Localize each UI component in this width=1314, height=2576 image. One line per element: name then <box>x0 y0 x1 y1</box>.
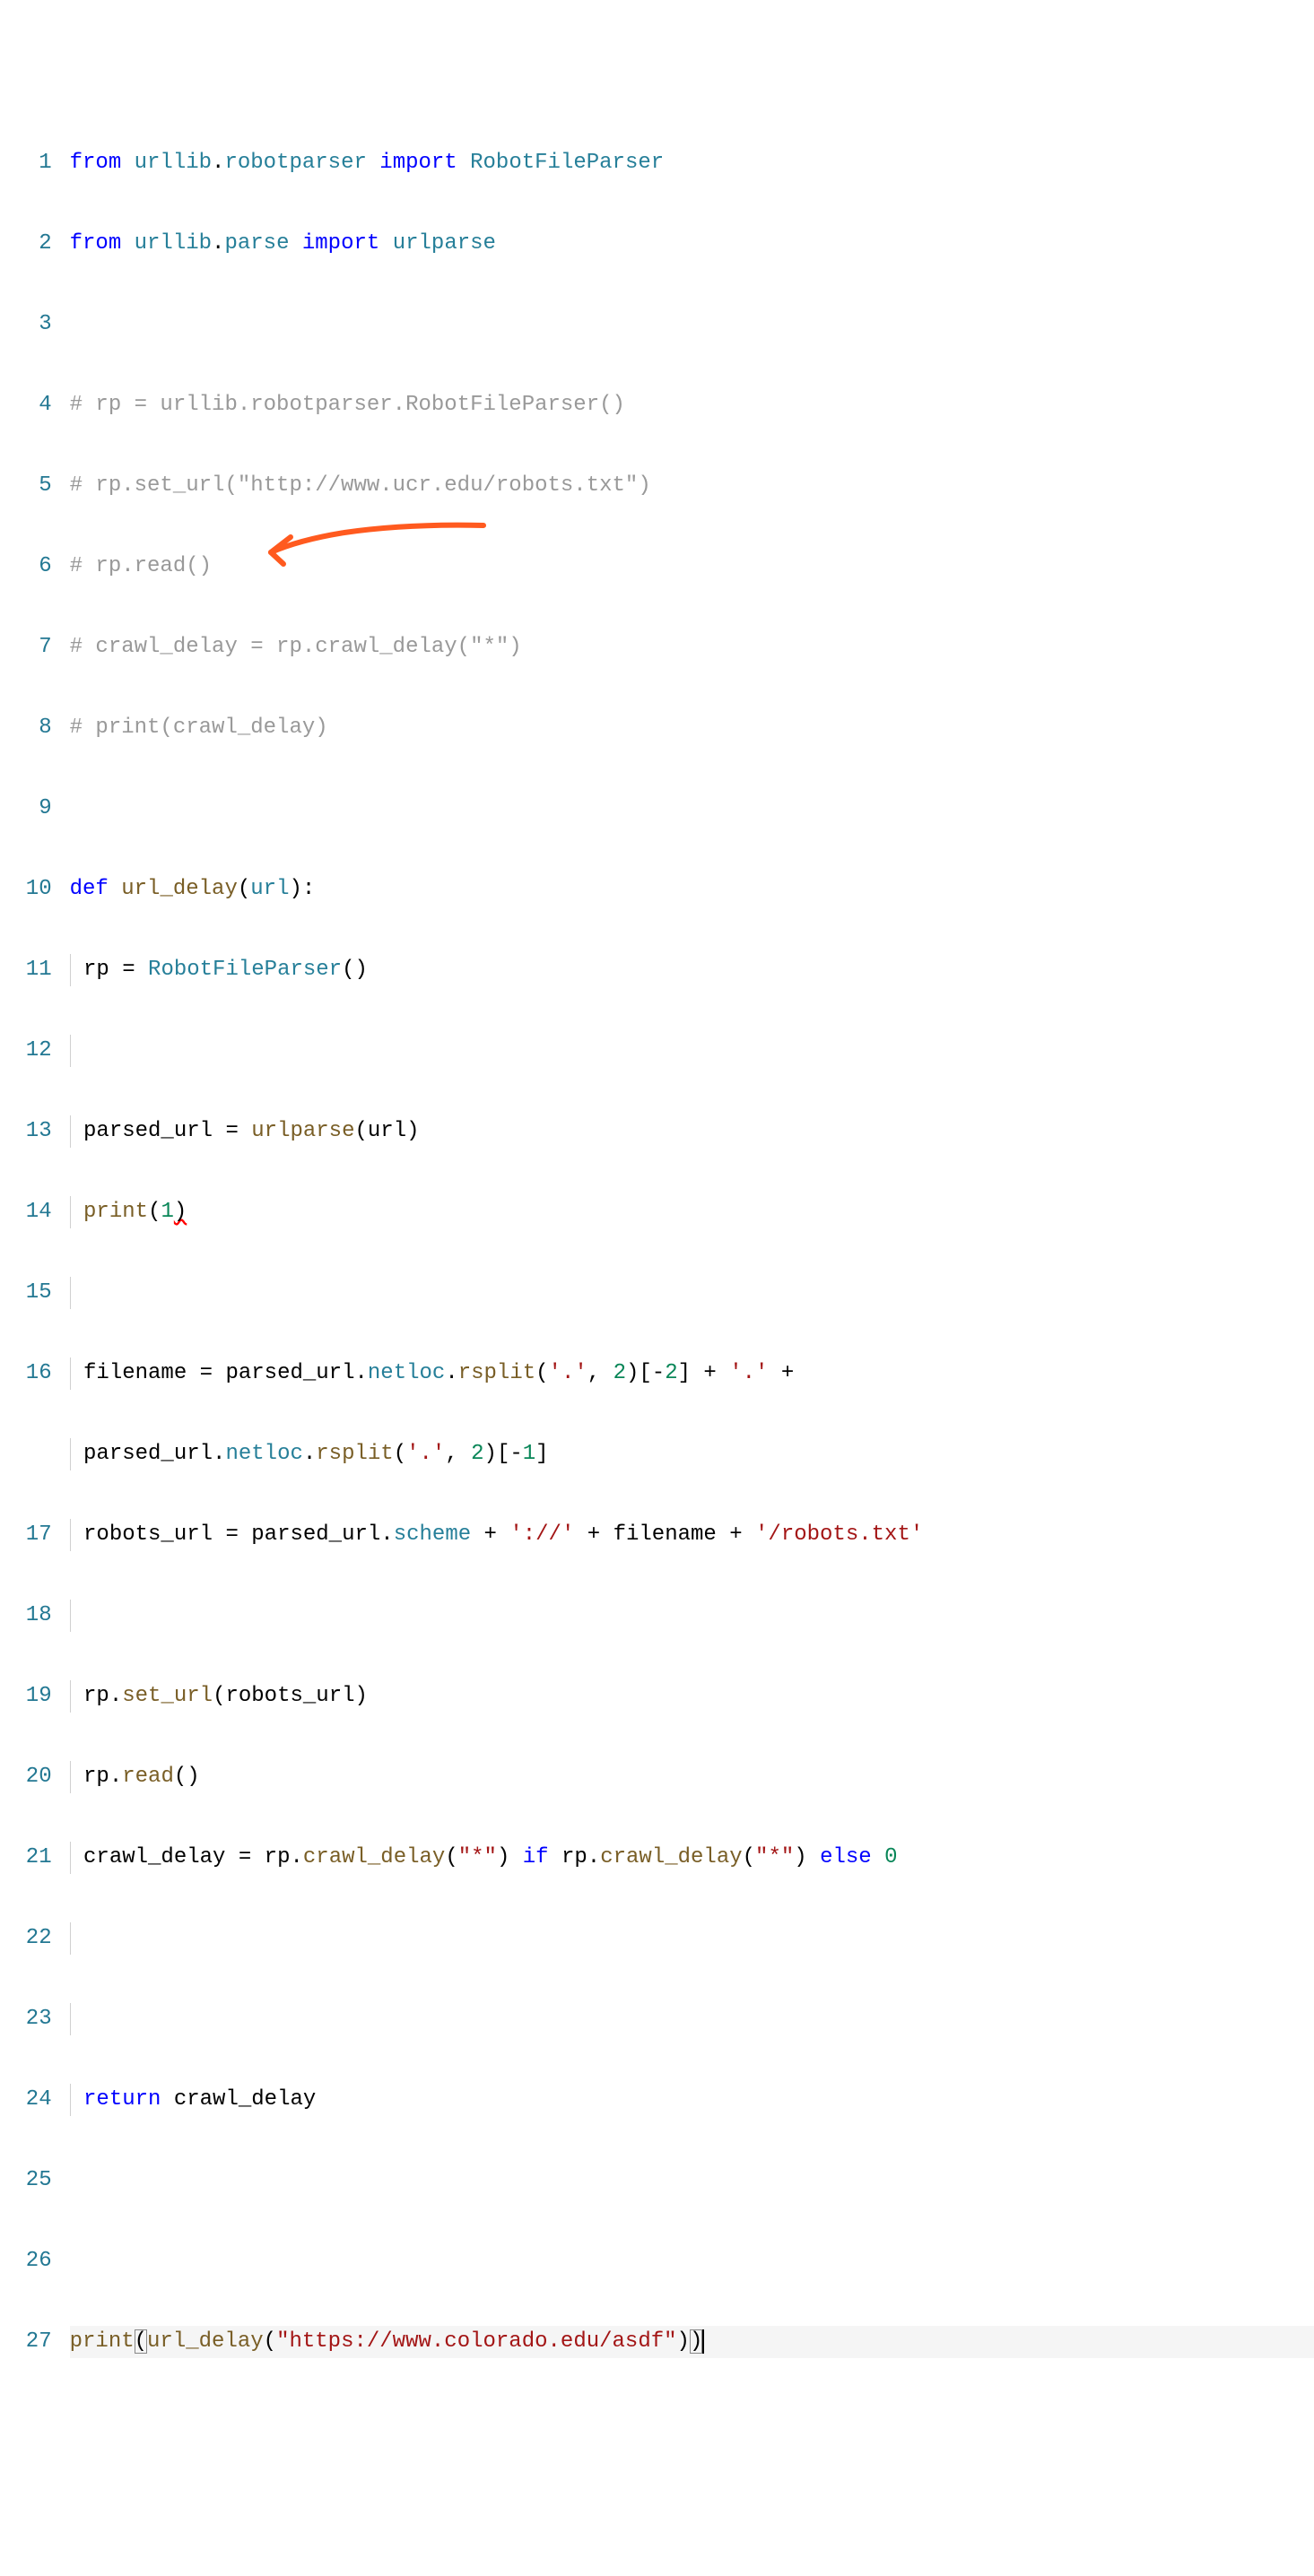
code-line[interactable]: # crawl_delay = rp.crawl_delay("*") <box>70 631 1314 664</box>
code-line[interactable]: # print(crawl_delay) <box>70 712 1314 744</box>
code-line[interactable]: print(1) <box>70 1196 1314 1228</box>
code-line[interactable]: robots_url = parsed_url.scheme + '://' +… <box>70 1519 1314 1551</box>
code-editor[interactable]: 1 2 3 4 5 6 7 8 9 10 11 12 13 14 15 16 1… <box>0 97 1314 2455</box>
line-number: 17 <box>0 1519 52 1551</box>
code-line[interactable]: # rp = urllib.robotparser.RobotFileParse… <box>70 389 1314 421</box>
line-number: 22 <box>0 1922 52 1955</box>
line-number: 10 <box>0 873 52 906</box>
code-line-active[interactable]: print(url_delay("https://www.colorado.ed… <box>70 2326 1314 2358</box>
line-number: 27 <box>0 2326 52 2358</box>
code-line[interactable]: def url_delay(url): <box>70 873 1314 906</box>
code-line[interactable] <box>70 793 1314 825</box>
line-number: 19 <box>0 1680 52 1713</box>
code-line[interactable]: rp.set_url(robots_url) <box>70 1680 1314 1713</box>
code-line[interactable]: # rp.read() <box>70 551 1314 583</box>
line-number: 18 <box>0 1600 52 1632</box>
line-number: 13 <box>0 1115 52 1148</box>
code-line[interactable]: from urllib.robotparser import RobotFile… <box>70 147 1314 179</box>
code-line[interactable] <box>70 308 1314 341</box>
code-line[interactable] <box>70 1035 1314 1067</box>
line-number: 21 <box>0 1842 52 1874</box>
line-number: 3 <box>0 308 52 341</box>
code-line[interactable]: # rp.set_url("http://www.ucr.edu/robots.… <box>70 470 1314 502</box>
line-number: 11 <box>0 954 52 986</box>
line-number: 1 <box>0 147 52 179</box>
line-number: 12 <box>0 1035 52 1067</box>
line-number: 14 <box>0 1196 52 1228</box>
error-squiggle: ) <box>174 1200 187 1224</box>
code-line[interactable]: filename = parsed_url.netloc.rsplit('.',… <box>70 1357 1314 1390</box>
code-line[interactable]: rp = RobotFileParser() <box>70 954 1314 986</box>
line-number: 23 <box>0 2003 52 2035</box>
line-number: 4 <box>0 389 52 421</box>
line-number: 20 <box>0 1761 52 1793</box>
line-number-gutter: 1 2 3 4 5 6 7 8 9 10 11 12 13 14 15 16 1… <box>0 99 70 2455</box>
code-line[interactable]: crawl_delay = rp.crawl_delay("*") if rp.… <box>70 1842 1314 1874</box>
line-number: 2 <box>0 228 52 260</box>
code-line[interactable] <box>70 2003 1314 2035</box>
line-number: 7 <box>0 631 52 664</box>
line-number: 15 <box>0 1277 52 1309</box>
line-number: 24 <box>0 2084 52 2116</box>
code-line[interactable] <box>70 1600 1314 1632</box>
line-number: 6 <box>0 551 52 583</box>
code-line[interactable] <box>70 2164 1314 2197</box>
code-content[interactable]: from urllib.robotparser import RobotFile… <box>70 99 1314 2455</box>
code-line[interactable]: return crawl_delay <box>70 2084 1314 2116</box>
line-number: 25 <box>0 2164 52 2197</box>
line-number: 9 <box>0 793 52 825</box>
line-number: 16 <box>0 1357 52 1390</box>
code-line[interactable]: from urllib.parse import urlparse <box>70 228 1314 260</box>
code-line[interactable]: rp.read() <box>70 1761 1314 1793</box>
code-line[interactable] <box>70 1277 1314 1309</box>
code-line[interactable]: parsed_url = urlparse(url) <box>70 1115 1314 1148</box>
code-line[interactable] <box>70 1922 1314 1955</box>
line-number: 5 <box>0 470 52 502</box>
text-cursor <box>702 2329 704 2354</box>
line-number: 26 <box>0 2245 52 2277</box>
line-number <box>0 1438 52 1470</box>
line-number: 8 <box>0 712 52 744</box>
code-line[interactable] <box>70 2245 1314 2277</box>
code-line[interactable]: parsed_url.netloc.rsplit('.', 2)[-1] <box>70 1438 1314 1470</box>
